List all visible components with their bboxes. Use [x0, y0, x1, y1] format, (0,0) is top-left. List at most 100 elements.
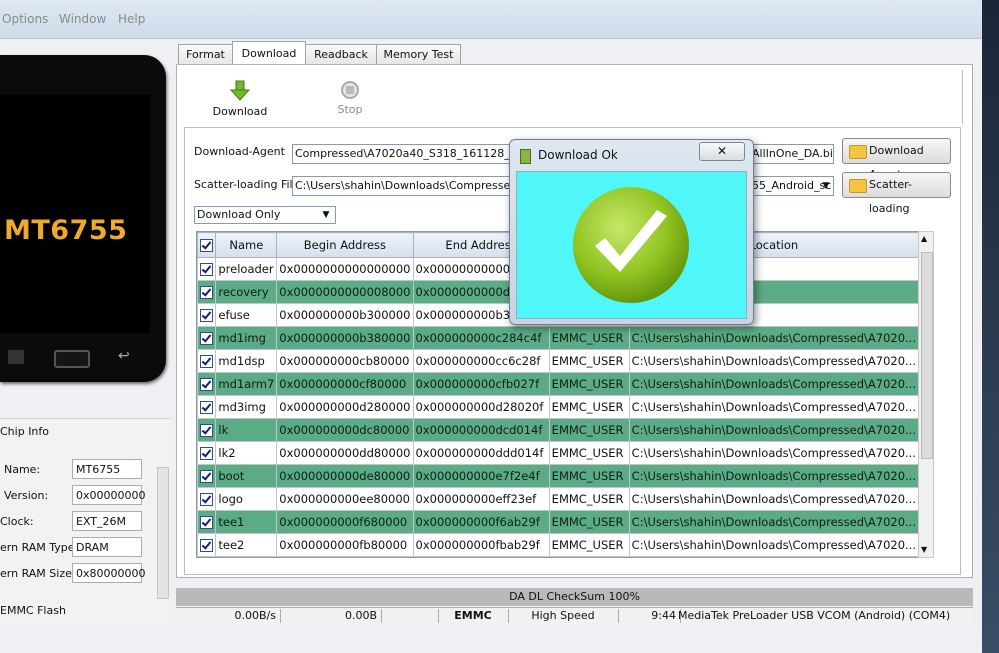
scatter-file-field[interactable]: C:\Users\shahin\Downloads\Compressed\A7: [292, 176, 510, 196]
scroll-up-icon[interactable]: ▲: [921, 234, 927, 243]
begin-address: 0x0000000000008000: [276, 280, 414, 304]
end-address: 0x000000000c284c4f: [412, 326, 550, 350]
col-header-name[interactable]: Name: [215, 232, 278, 258]
file-location: C:\Users\shahin\Downloads\Compressed\A70…: [628, 510, 919, 534]
end-address: 0x000000000e7f2e4f: [412, 464, 550, 488]
status-speed: 0.00B/s: [176, 609, 281, 623]
menu-window[interactable]: Window: [59, 12, 106, 26]
chip-info-panel: Chip Info Name: MT6755 Version: 0x000000…: [0, 418, 170, 624]
file-location: C:\Users\shahin\Downloads\Compressed\A70…: [628, 372, 919, 396]
dialog-title: Download Ok: [538, 148, 618, 162]
region: EMMC_USER: [548, 326, 630, 350]
chip-clock-value: EXT_26M: [72, 511, 142, 531]
scroll-down-icon[interactable]: ▼: [921, 545, 927, 554]
table-row[interactable]: boot 0x000000000de80000 0x000000000e7f2e4f…: [197, 464, 919, 488]
folder-icon: [849, 179, 867, 193]
table-row[interactable]: md3img 0x000000000d280000 0x000000000d2802…: [197, 395, 919, 419]
row-checkbox[interactable]: [197, 441, 217, 465]
begin-address: 0x000000000b380000: [276, 326, 414, 350]
row-checkbox[interactable]: [197, 257, 217, 281]
stop-button[interactable]: Stop: [328, 80, 372, 116]
begin-address: 0x000000000f680000: [276, 510, 414, 534]
download-agent-button[interactable]: Download Agent: [842, 138, 951, 181]
scatter-loading-button-label: Scatter-loading: [869, 178, 912, 215]
table-vertical-scrollbar[interactable]: ▲ ▼: [918, 231, 934, 558]
col-header-begin-address[interactable]: Begin Address: [276, 232, 414, 258]
begin-address: 0x000000000b300000: [276, 303, 414, 327]
row-checkbox[interactable]: [197, 533, 217, 557]
menu-options[interactable]: Options: [2, 12, 48, 26]
row-checkbox[interactable]: [197, 303, 217, 327]
download-button-label: Download: [212, 105, 268, 118]
file-location: C:\Users\shahin\Downloads\Compressed\A70…: [628, 441, 919, 465]
region: EMMC_USER: [548, 349, 630, 373]
begin-address: 0x000000000d280000: [276, 395, 414, 419]
row-checkbox[interactable]: [197, 280, 217, 304]
file-location: C:\Users\shahin\Downloads\Compressed\A70…: [628, 487, 919, 511]
close-icon: ✕: [716, 144, 728, 158]
table-row[interactable]: lk 0x000000000dc80000 0x000000000dcd014f EM…: [197, 418, 919, 442]
row-checkbox[interactable]: [197, 418, 217, 442]
begin-address: 0x000000000fb80000: [276, 533, 414, 557]
file-location: C:\Users\shahin\Downloads\Compressed\A70…: [628, 533, 919, 557]
row-checkbox[interactable]: [197, 349, 217, 373]
scatter-loading-button[interactable]: Scatter-loading: [842, 172, 951, 215]
dialog-body: [516, 171, 747, 319]
row-checkbox[interactable]: [197, 395, 217, 419]
table-row[interactable]: lk2 0x000000000dd80000 0x000000000ddd014f E…: [197, 441, 919, 465]
scatter-dropdown-icon[interactable]: ▼: [820, 178, 832, 194]
partition-name: md3img: [215, 395, 278, 419]
chip-info-title: Chip Info: [0, 425, 50, 438]
partition-name: tee1: [215, 510, 278, 534]
folder-icon: [849, 145, 867, 159]
status-port: MediaTek PreLoader USB VCOM (Android) (C…: [678, 609, 951, 622]
partition-name: md1img: [215, 326, 278, 350]
download-mode-select[interactable]: Download Only: [194, 206, 336, 224]
row-checkbox[interactable]: [197, 372, 217, 396]
table-row[interactable]: md1dsp 0x000000000cb80000 0x000000000cc6c2…: [197, 349, 919, 373]
scroll-thumb[interactable]: [921, 252, 933, 459]
end-address: 0x000000000eff23ef: [412, 487, 550, 511]
download-agent-label: Download-Agent: [194, 145, 285, 158]
table-row[interactable]: tee1 0x000000000f680000 0x000000000f6ab29f…: [197, 510, 919, 534]
end-address: 0x000000000d28020f: [412, 395, 550, 419]
row-checkbox[interactable]: [197, 326, 217, 350]
table-row[interactable]: md1img 0x000000000b380000 0x000000000c284c…: [197, 326, 919, 350]
chevron-down-icon[interactable]: ▼: [319, 208, 333, 222]
row-checkbox[interactable]: [197, 487, 217, 511]
tab-download[interactable]: Download: [232, 41, 306, 66]
tab-memory-test[interactable]: Memory Test: [376, 44, 461, 65]
status-usb-speed: High Speed: [508, 609, 619, 623]
file-location: C:\Users\shahin\Downloads\Compressed\A70…: [628, 395, 919, 419]
ram-type-label: ern RAM Type:: [0, 541, 79, 554]
ram-type-value: DRAM: [72, 537, 142, 557]
select-all-checkbox[interactable]: [197, 232, 217, 258]
begin-address: 0x000000000cb80000: [276, 349, 414, 373]
tab-readback[interactable]: Readback: [305, 44, 377, 65]
partition-name: logo: [215, 487, 278, 511]
success-check-icon: [573, 187, 689, 303]
download-button[interactable]: Download: [212, 80, 268, 118]
home-softkey-icon: [54, 350, 90, 368]
menu-help[interactable]: Help: [118, 12, 145, 26]
file-location: C:\Users\shahin\Downloads\Compressed\A70…: [628, 418, 919, 442]
begin-address: 0x000000000de80000: [276, 464, 414, 488]
close-button[interactable]: ✕: [699, 142, 745, 161]
table-row[interactable]: md1arm7 0x000000000cf80000 0x000000000cfb0…: [197, 372, 919, 396]
begin-address: 0x000000000dd80000: [276, 441, 414, 465]
tab-format[interactable]: Format: [178, 44, 233, 65]
table-row[interactable]: tee2 0x000000000fb80000 0x000000000fbab29f…: [197, 533, 919, 557]
download-agent-field[interactable]: Compressed\A7020a40_S318_161128_ROW: [292, 144, 510, 164]
status-time: 9:44: [618, 609, 681, 623]
table-row[interactable]: logo 0x000000000ee80000 0x000000000eff23ef…: [197, 487, 919, 511]
partition-name: lk: [215, 418, 278, 442]
row-checkbox[interactable]: [197, 464, 217, 488]
toolbar-divider: [962, 70, 963, 124]
row-checkbox[interactable]: [197, 510, 217, 534]
download-agent-field-tail[interactable]: AllInOne_DA.bin: [750, 144, 834, 164]
end-address: 0x000000000ddd014f: [412, 441, 550, 465]
partition-name: preloader: [215, 257, 278, 281]
end-address: 0x000000000f6ab29f: [412, 510, 550, 534]
chip-info-scrollbar[interactable]: [157, 467, 169, 599]
partition-name: boot: [215, 464, 278, 488]
